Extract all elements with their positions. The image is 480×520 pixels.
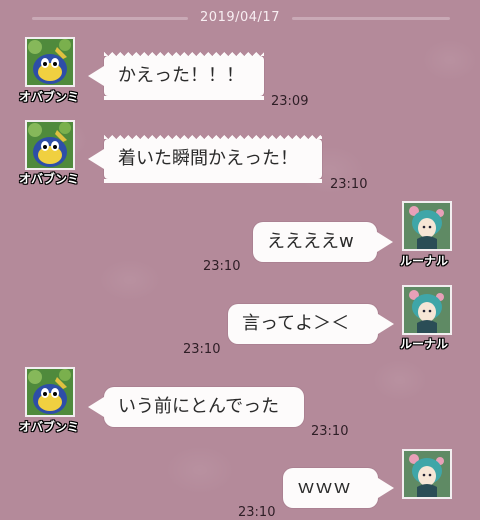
sender-name: ルーナル — [400, 337, 449, 351]
girl-avatar-icon — [404, 451, 450, 497]
message-text: かえった！！！ — [118, 65, 244, 86]
sender-name: オバブンミ — [19, 420, 80, 434]
sender-name: オバブンミ — [19, 90, 80, 104]
message-time: 23:10 — [330, 177, 368, 192]
avatar-ruunaru[interactable] — [402, 201, 452, 251]
message-bubble[interactable]: 言ってよ＞＜ — [228, 304, 394, 344]
avatar-obabunmi[interactable] — [25, 120, 75, 170]
monster-avatar-icon — [27, 369, 73, 415]
monster-avatar-icon — [27, 39, 73, 85]
message-bubble[interactable]: ええええw — [253, 222, 393, 262]
date-line-right — [292, 17, 450, 20]
sender-name: オバブンミ — [19, 172, 80, 186]
girl-avatar-icon — [404, 287, 450, 333]
message-text: 言ってよ＞＜ — [242, 313, 350, 334]
date-line-left — [32, 17, 188, 20]
message-text: 着いた瞬間かえった！ — [118, 148, 298, 169]
monster-avatar-icon — [27, 122, 73, 168]
message-text: ｗｗｗ — [297, 477, 351, 498]
message-bubble[interactable]: いう前にとんでった — [88, 387, 304, 427]
avatar-ruunaru[interactable] — [402, 285, 452, 335]
date-label: 2019/04/17 — [200, 10, 280, 25]
message-bubble[interactable]: かえった！！！ — [88, 52, 264, 100]
avatar-ruunaru[interactable] — [402, 449, 452, 499]
girl-avatar-icon — [404, 203, 450, 249]
message-bubble[interactable]: 着いた瞬間かえった！ — [88, 135, 322, 183]
avatar-obabunmi[interactable] — [25, 367, 75, 417]
date-separator: 2019/04/17 — [0, 8, 480, 28]
message-time: 23:09 — [271, 94, 309, 109]
message-text: いう前にとんでった — [118, 396, 280, 417]
message-text: ええええw — [267, 231, 354, 252]
message-bubble[interactable]: ｗｗｗ — [283, 468, 394, 508]
message-time: 23:10 — [311, 424, 349, 439]
message-time: 23:10 — [183, 342, 221, 357]
avatar-obabunmi[interactable] — [25, 37, 75, 87]
sender-name: ルーナル — [400, 254, 449, 268]
message-time: 23:10 — [203, 259, 241, 274]
